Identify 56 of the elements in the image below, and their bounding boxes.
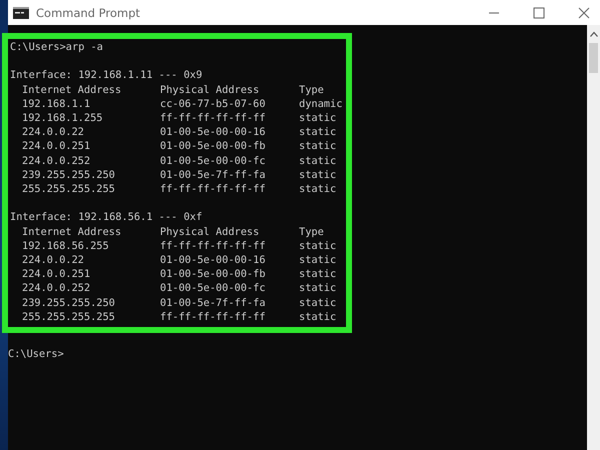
console-icon xyxy=(13,6,29,18)
scroll-up-icon[interactable] xyxy=(590,31,598,37)
table-cell-text: 01-00-5e-00-00-16 xyxy=(160,125,266,140)
close-icon[interactable] xyxy=(578,6,590,18)
table-cell-text: ff-ff-ff-ff-ff-ff xyxy=(160,238,266,254)
table-cell-text: 224.0.0.22 xyxy=(22,253,85,268)
table-cell-text: 255.255.255.255 xyxy=(22,182,116,196)
table-cell: static xyxy=(299,168,336,182)
command-prompt: C:\Users> xyxy=(8,347,64,362)
table-cell-text: 224.0.0.252 xyxy=(22,154,92,168)
table-cell-text: 239.255.255.250 xyxy=(22,168,116,182)
table-cell: static xyxy=(299,253,336,268)
table-cell: static xyxy=(299,296,336,310)
column-header: Internet Address xyxy=(22,82,122,97)
table-cell-text: 239.255.255.250 xyxy=(22,296,116,310)
command-line: C:\Users>arp -a xyxy=(10,40,103,54)
table-cell: static xyxy=(299,281,336,296)
table-cell: static xyxy=(299,154,336,168)
table-cell: static xyxy=(299,238,336,254)
table-cell-text: 01-00-5e-00-00-fb xyxy=(160,139,266,154)
table-cell: static xyxy=(299,139,336,154)
table-cell-text: 192.168.56.255 xyxy=(22,238,110,254)
table-cell-text: 224.0.0.251 xyxy=(22,139,92,154)
table-cell: static xyxy=(299,111,336,126)
column-header: Physical Address xyxy=(160,82,260,97)
table-cell-text: 01-00-5e-00-00-fb xyxy=(160,267,266,282)
table-cell: static xyxy=(299,310,336,324)
column-header: Type xyxy=(299,224,324,239)
scrollbar[interactable] xyxy=(587,25,600,450)
scrollbar-thumb[interactable] xyxy=(589,43,598,73)
column-header: Physical Address xyxy=(160,224,260,239)
table-cell-text: 01-00-5e-00-00-16 xyxy=(160,253,266,268)
maximize-icon[interactable] xyxy=(533,6,545,18)
interface-header: Interface: 192.168.1.11 --- 0x9 xyxy=(10,68,202,83)
table-cell-text: 01-00-5e-7f-ff-fa xyxy=(160,168,266,182)
table-cell: static xyxy=(299,267,336,282)
table-cell-text: 192.168.1.255 xyxy=(22,111,104,126)
table-cell-text: 01-00-5e-7f-ff-fa xyxy=(160,296,266,310)
table-cell-text: 224.0.0.22 xyxy=(22,125,85,140)
column-header: Internet Address xyxy=(22,224,122,239)
table-cell-text: ff-ff-ff-ff-ff-ff xyxy=(160,310,266,324)
table-cell-text: 192.168.1.1 xyxy=(22,96,92,111)
interface-header: Interface: 192.168.56.1 --- 0xf xyxy=(10,210,202,225)
table-cell-text: 01-00-5e-00-00-fc xyxy=(160,154,266,168)
table-cell-text: cc-06-77-b5-07-60 xyxy=(160,96,266,111)
table-cell-text: 224.0.0.252 xyxy=(22,281,92,296)
table-cell: dynamic xyxy=(299,96,342,111)
table-cell-text: ff-ff-ff-ff-ff-ff xyxy=(160,111,266,126)
table-cell-text: 01-00-5e-00-00-fc xyxy=(160,281,266,296)
table-cell: static xyxy=(299,125,336,140)
window-title: Command Prompt xyxy=(36,6,140,20)
column-header: Type xyxy=(299,82,324,97)
table-cell-text: ff-ff-ff-ff-ff-ff xyxy=(160,182,266,196)
table-cell: static xyxy=(299,182,336,196)
table-cell-text: 255.255.255.255 xyxy=(22,310,116,324)
table-cell-text: 224.0.0.251 xyxy=(22,267,92,282)
